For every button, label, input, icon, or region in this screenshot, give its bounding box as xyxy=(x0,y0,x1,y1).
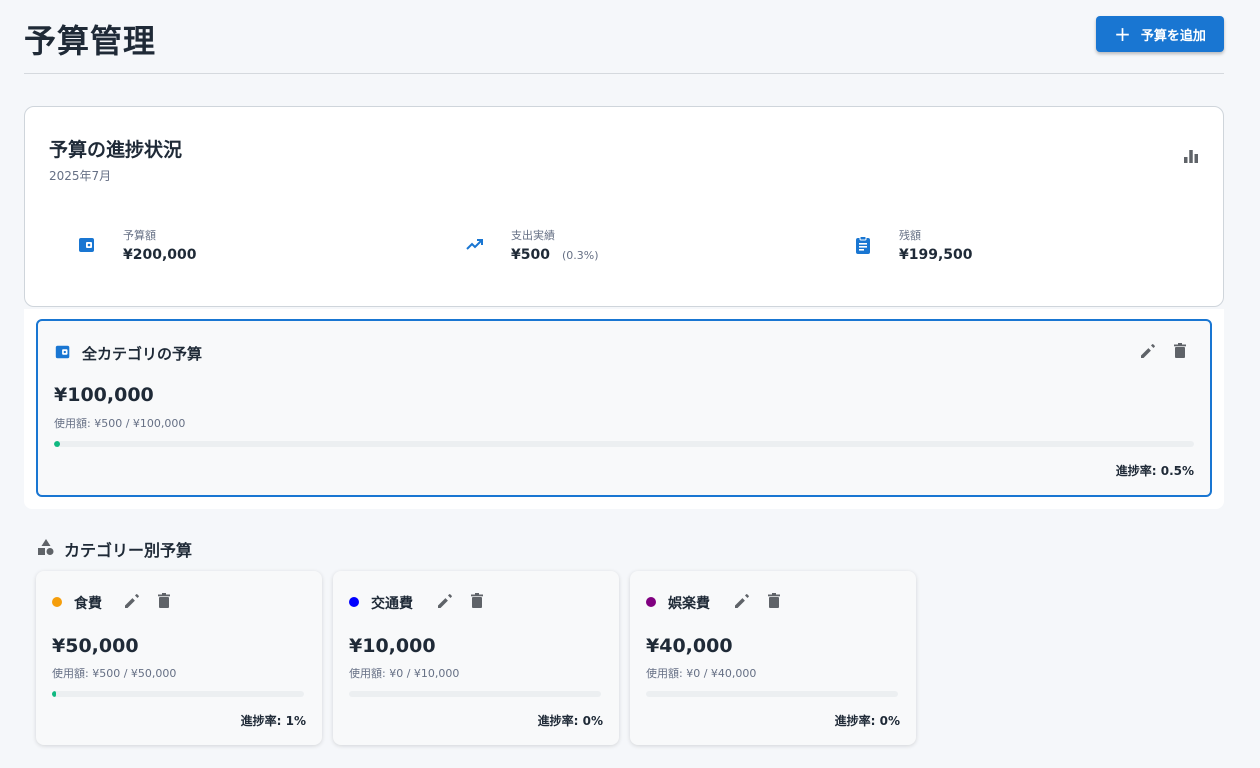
category-rate-label: 進捗率: xyxy=(240,714,282,728)
stat-budget-value: ¥200,000 xyxy=(123,247,197,263)
category-rate-label: 進捗率: xyxy=(537,714,579,728)
category-rate-value: 0% xyxy=(879,714,900,728)
summary-title: 予算の進捗状況 xyxy=(49,139,183,161)
bar-chart-icon[interactable] xyxy=(1183,148,1199,164)
category-amount: ¥50,000 xyxy=(52,635,139,657)
category-color-dot xyxy=(349,597,359,607)
trash-icon[interactable] xyxy=(154,591,174,611)
overall-progress-fill xyxy=(54,441,60,447)
category-used: 使用額: ¥500 / ¥50,000 xyxy=(52,667,177,680)
pencil-icon[interactable] xyxy=(1138,341,1158,361)
stat-budget-label: 予算額 xyxy=(123,229,156,242)
overall-rate-value: 0.5% xyxy=(1160,464,1194,478)
add-budget-label: 予算を追加 xyxy=(1140,28,1206,44)
category-name: 食費 xyxy=(74,596,102,612)
overall-progress-bar xyxy=(54,441,1194,447)
category-amount: ¥10,000 xyxy=(349,635,436,657)
overall-budget-used: 使用額: ¥500 / ¥100,000 xyxy=(54,417,186,430)
wallet-icon xyxy=(55,345,70,359)
category-section-title: カテゴリー別予算 xyxy=(64,541,193,560)
category-color-dot xyxy=(646,597,656,607)
category-progress-rate: 進捗率: 0% xyxy=(538,712,603,729)
category-amount: ¥40,000 xyxy=(646,635,733,657)
page-header: 予算管理 + 予算を追加 xyxy=(24,14,1224,74)
stat-spent: 支出実績 ¥500 (0.3%) xyxy=(465,225,785,269)
pencil-icon[interactable] xyxy=(122,591,142,611)
trash-icon[interactable] xyxy=(764,591,784,611)
page-title: 予算管理 xyxy=(24,22,157,60)
overall-budget-amount: ¥100,000 xyxy=(54,384,154,406)
stat-budget: 予算額 ¥200,000 xyxy=(77,225,397,269)
stat-spent-amount: ¥500 xyxy=(511,247,550,263)
stat-remaining: 残額 ¥199,500 xyxy=(853,225,1173,269)
pencil-icon[interactable] xyxy=(435,591,455,611)
wallet-icon xyxy=(79,238,94,252)
trending-up-icon xyxy=(466,239,483,250)
category-progress-rate: 進捗率: 1% xyxy=(241,712,306,729)
category-progress-bar xyxy=(52,691,304,697)
overall-rate-label: 進捗率: xyxy=(1115,464,1157,478)
clipboard-icon xyxy=(856,236,870,254)
stat-remaining-label: 残額 xyxy=(899,229,921,242)
category-progress-bar xyxy=(646,691,898,697)
budget-page: 予算管理 + 予算を追加 予算の進捗状況 2025年7月 予算額 ¥200,00… xyxy=(0,0,1260,768)
category-progress-fill xyxy=(52,691,56,697)
plus-icon: + xyxy=(1114,22,1131,46)
stat-spent-value: ¥500 (0.3%) xyxy=(511,247,599,263)
category-color-dot xyxy=(52,597,62,607)
stat-spent-percent: (0.3%) xyxy=(561,249,599,262)
stat-spent-label: 支出実績 xyxy=(511,229,555,242)
add-budget-button[interactable]: + 予算を追加 xyxy=(1096,16,1224,52)
trash-icon[interactable] xyxy=(1170,341,1190,361)
overall-budget-card[interactable]: 全カテゴリの予算 ¥100,000 使用額: ¥500 / ¥100,000 進… xyxy=(36,319,1212,497)
summary-period: 2025年7月 xyxy=(49,169,112,183)
category-progress-rate: 進捗率: 0% xyxy=(835,712,900,729)
category-progress-bar xyxy=(349,691,601,697)
budget-progress-card: 予算の進捗状況 2025年7月 予算額 ¥200,000 支出実績 ¥500 (0… xyxy=(24,106,1224,307)
category-name: 娯楽費 xyxy=(668,596,710,612)
category-used: 使用額: ¥0 / ¥10,000 xyxy=(349,667,460,680)
stat-remaining-value: ¥199,500 xyxy=(899,247,973,263)
category-rate-value: 1% xyxy=(285,714,306,728)
category-card-transport[interactable]: 交通費 ¥10,000 使用額: ¥0 / ¥10,000 進捗率: 0% xyxy=(333,571,619,745)
pencil-icon[interactable] xyxy=(732,591,752,611)
category-rate-value: 0% xyxy=(582,714,603,728)
category-card-entertainment[interactable]: 娯楽費 ¥40,000 使用額: ¥0 / ¥40,000 進捗率: 0% xyxy=(630,571,916,745)
overall-budget-section: 全カテゴリの予算 ¥100,000 使用額: ¥500 / ¥100,000 進… xyxy=(24,309,1224,509)
category-rate-label: 進捗率: xyxy=(834,714,876,728)
category-shapes-icon xyxy=(38,539,54,555)
category-name: 交通費 xyxy=(371,596,413,612)
category-used: 使用額: ¥0 / ¥40,000 xyxy=(646,667,757,680)
overall-budget-title: 全カテゴリの予算 xyxy=(82,345,203,363)
category-card-food[interactable]: 食費 ¥50,000 使用額: ¥500 / ¥50,000 進捗率: 1% xyxy=(36,571,322,745)
trash-icon[interactable] xyxy=(467,591,487,611)
overall-progress-rate: 進捗率: 0.5% xyxy=(1116,462,1194,479)
